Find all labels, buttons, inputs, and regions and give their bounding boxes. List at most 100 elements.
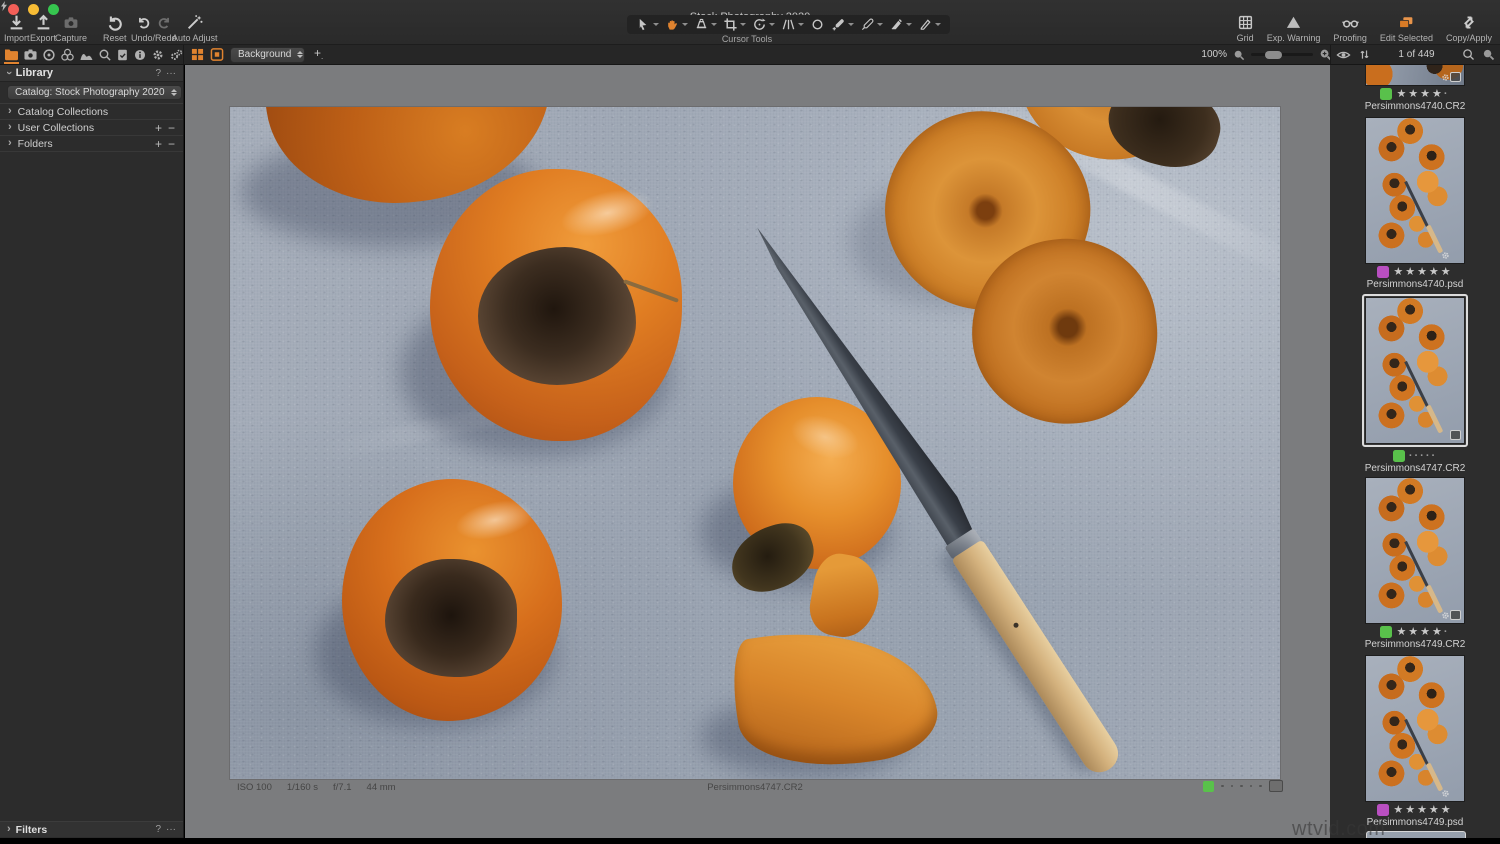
star-rating[interactable]: ★★★★★ [1393,266,1452,278]
filmstrip-item[interactable]: ★★★★·Persimmons4740.CR2 [1330,65,1500,112]
color-tag[interactable] [1377,804,1389,816]
keystone-tool[interactable] [779,17,806,32]
filmstrip-item[interactable]: ★★★★·Persimmons4749.CR2 [1330,478,1500,650]
more-button[interactable]: ··· [166,68,176,79]
thumbnail-image[interactable] [1366,298,1464,443]
copy-apply-button[interactable]: Copy/Apply [1446,13,1492,43]
tab-library[interactable] [4,46,19,63]
tab-settings[interactable] [151,46,165,63]
draw-mask-tool[interactable] [887,17,914,32]
tab-process[interactable] [169,46,184,63]
color-picker-tool[interactable] [858,17,885,32]
filmstrip-item[interactable]: ★★★★★Persimmons4740.psd [1330,118,1500,290]
color-tag[interactable] [1377,266,1389,278]
catalog-select[interactable]: Catalog: Stock Photography 2020 [7,85,182,100]
tab-metadata[interactable] [116,46,129,63]
select-tool[interactable] [634,17,661,32]
chevron-right-icon: › [7,823,11,835]
select-stepper-icon [297,51,303,58]
sort-icon[interactable] [1358,48,1371,61]
pan-tool[interactable] [663,17,690,32]
eye-icon[interactable] [1336,49,1351,61]
filters-header[interactable]: › Filters ? ··· [0,821,183,837]
sidebar-section-user-collections[interactable]: ›User Collections+− [0,120,183,136]
tab-info[interactable] [133,46,147,63]
thumbnail-image[interactable] [1366,65,1464,85]
reset-icon [106,13,123,31]
tab-color[interactable] [60,46,75,63]
photo-calyx-lower [385,559,517,677]
thumbnail-image[interactable] [1366,478,1464,623]
annotate-tool[interactable] [916,17,943,32]
caption-options-icon[interactable] [1269,780,1283,792]
loupe-tool[interactable] [692,17,719,32]
remove-button[interactable]: − [168,124,175,132]
rating-row: ★★★★★ [1377,266,1452,278]
export-button[interactable]: Export [30,13,56,43]
variant-badge-icon [1450,72,1461,82]
tab-lens[interactable] [42,46,56,63]
star-rating[interactable]: ★★★★· [1396,626,1449,638]
add-background-button[interactable]: +. [311,48,326,62]
help-button[interactable]: ? [155,824,161,835]
rotate-tool[interactable] [750,17,777,32]
add-button[interactable]: + [155,124,162,132]
zoom-level: 100% [1201,49,1227,60]
single-view-toggle[interactable] [210,48,224,61]
tab-adjustments[interactable] [79,46,94,63]
filter-loupe-icon[interactable] [1482,48,1495,61]
proofing-button[interactable]: Proofing [1333,13,1367,43]
cursor-tools-group [627,15,950,34]
zoom-out-icon[interactable] [1233,49,1245,61]
bottom-edge [0,838,1500,844]
undo-icon [136,15,151,31]
import-button[interactable]: Import [4,13,30,43]
undo-redo-buttons[interactable]: Undo/Redo [131,13,177,43]
color-tag[interactable] [1393,450,1405,462]
library-header[interactable]: › Library ? ··· [0,65,183,82]
sidebar-section-catalog-collections[interactable]: › Catalog Collections [0,104,183,120]
thumbnail-image[interactable] [1366,118,1464,263]
more-button[interactable]: ··· [166,824,176,835]
remove-button[interactable]: − [168,140,175,148]
rating-dots[interactable] [1221,785,1262,788]
viewer-rating-controls [1203,780,1283,792]
search-icon[interactable] [1462,48,1475,61]
white-balance-picker-tool[interactable] [829,17,856,32]
reset-button[interactable]: Reset [103,13,127,43]
grid-button[interactable]: Grid [1237,13,1254,43]
background-select[interactable]: Background [230,47,305,63]
sidebar-section-folders[interactable]: ›Folders+− [0,136,183,152]
auto-adjust-button[interactable]: Auto Adjust [172,13,218,43]
star-rating[interactable]: ★★★★★ [1393,804,1452,816]
star-rating[interactable]: ····· [1409,450,1437,462]
capture-button[interactable]: Capture [55,13,87,43]
color-tag-green[interactable] [1203,781,1214,792]
edit-selected-button[interactable]: Edit Selected [1380,13,1433,43]
viewer-filename: Persimmons4747.CR2 [230,782,1280,793]
filters-title: Filters [16,824,48,836]
tab-details[interactable] [98,46,112,63]
color-tag[interactable] [1380,88,1392,100]
chevron-right-icon: › [8,137,12,149]
stacked-photos-icon [1397,13,1415,31]
exposure-warning-button[interactable]: Exp. Warning [1267,13,1321,43]
spot-removal-tool[interactable] [808,17,827,32]
selected-thumbnail-frame [1362,294,1468,447]
multi-view-toggle[interactable] [191,48,204,61]
color-tag[interactable] [1380,626,1392,638]
section-label: Catalog Collections [18,106,108,118]
chevron-right-icon: › [8,105,12,117]
filmstrip-item[interactable]: ★★★★★Persimmons4749.psd [1330,656,1500,828]
filmstrip-item[interactable]: ·····Persimmons4747.CR2 [1330,294,1500,474]
crop-tool[interactable] [721,17,748,32]
help-button[interactable]: ? [155,68,161,79]
thumbnail-image[interactable] [1366,656,1464,801]
zoom-slider-thumb[interactable] [1265,51,1282,59]
catalog-row: Catalog: Stock Photography 2020 +. [0,82,183,104]
add-button[interactable]: + [155,140,162,148]
tab-capture[interactable] [23,46,38,63]
zoom-slider[interactable] [1251,53,1313,56]
browser-toolbar: 1 of 449 [1330,45,1500,64]
star-rating[interactable]: ★★★★· [1396,88,1449,100]
